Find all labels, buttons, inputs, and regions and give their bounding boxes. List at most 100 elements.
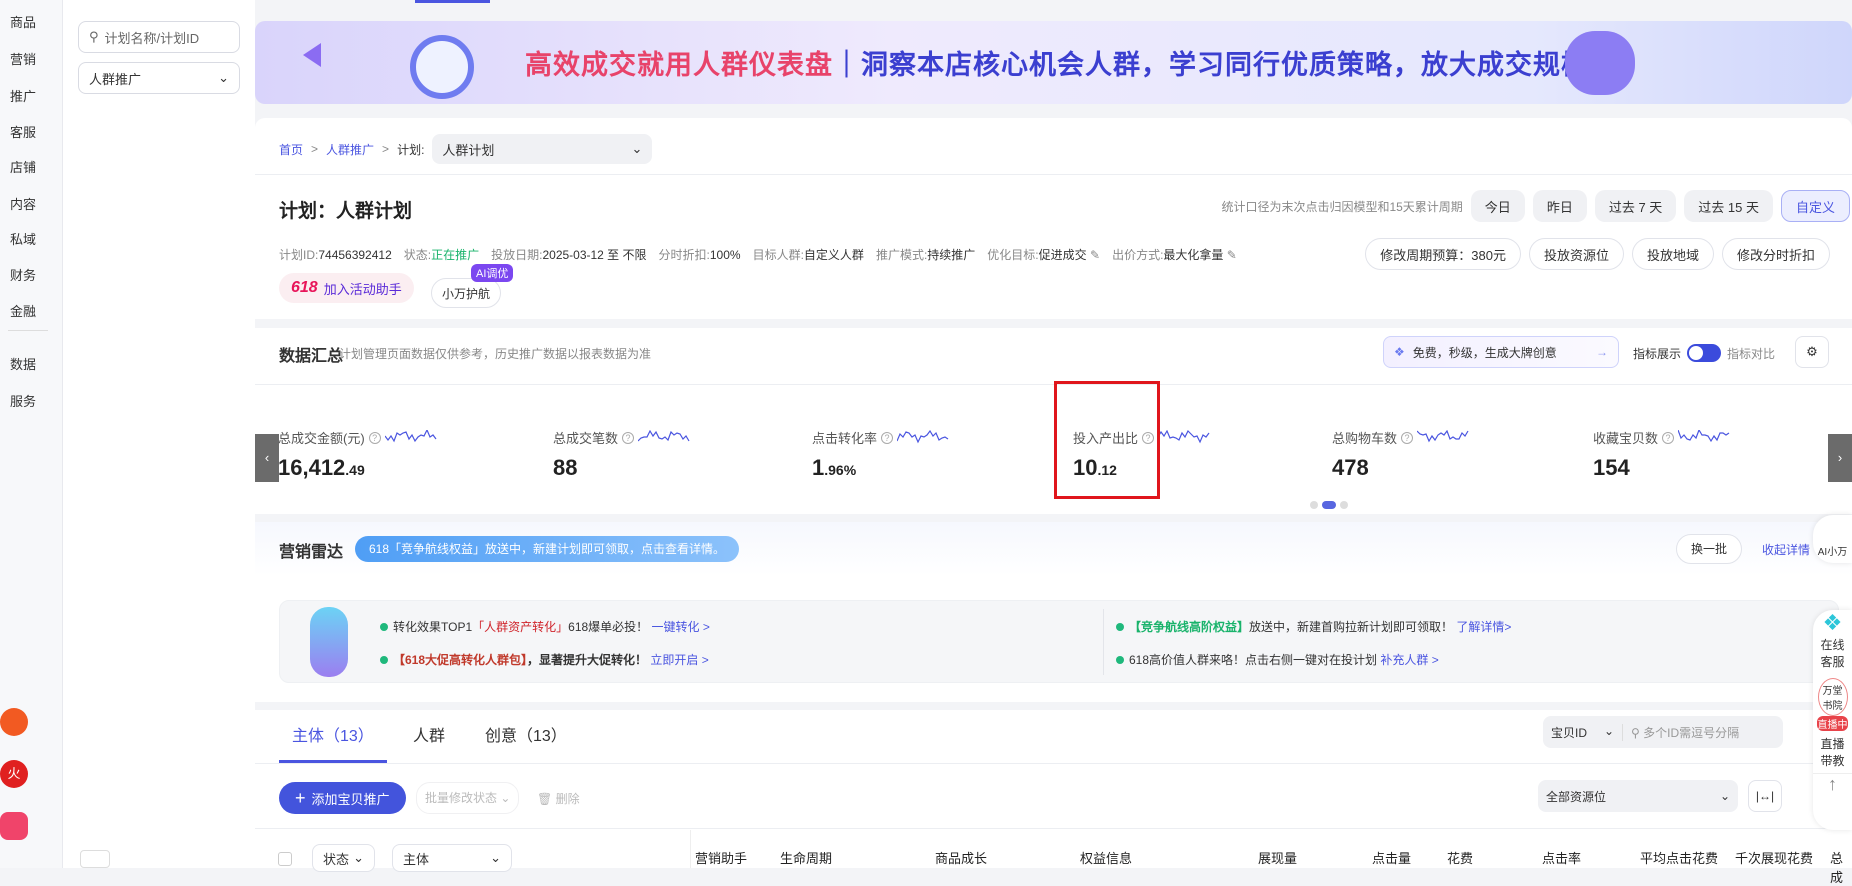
add-item-button[interactable]: + 添加宝贝推广 xyxy=(279,782,406,814)
help-icon[interactable]: ? xyxy=(622,431,635,444)
plan-select[interactable]: 人群计划 ⌄ xyxy=(432,134,653,164)
edit-icon[interactable]: ✎ xyxy=(1227,248,1237,262)
academy-button[interactable]: 万堂书院 xyxy=(1817,678,1848,716)
id-search-group: 宝贝ID ⌄ ⚲ 多个ID需逗号分隔 xyxy=(1543,716,1783,748)
nav-item[interactable]: 私域 xyxy=(10,229,36,248)
back-to-top-icon[interactable]: ↑ xyxy=(1813,773,1852,795)
column-header[interactable]: 展现量 xyxy=(1258,848,1297,867)
date-custom-button[interactable]: 自定义 xyxy=(1780,190,1850,222)
nav-item[interactable]: 店铺 xyxy=(10,157,36,176)
nav-item[interactable]: 商品 xyxy=(10,12,36,31)
date-15d-button[interactable]: 过去 15 天 xyxy=(1684,190,1773,222)
resource-select[interactable]: 全部资源位 ⌄ xyxy=(1538,780,1738,812)
plan-search-input[interactable]: ⚲ 计划名称/计划ID xyxy=(78,21,240,53)
tab-crowd[interactable]: 人群 xyxy=(413,722,445,746)
delete-button[interactable]: 🗑 删除 xyxy=(537,790,580,807)
resource-button[interactable]: 投放资源位 xyxy=(1528,238,1624,270)
arrow-right-icon: → xyxy=(1596,345,1608,359)
divider xyxy=(255,174,1852,175)
nav-item[interactable]: 数据 xyxy=(10,354,36,373)
edit-budget-button[interactable]: 修改周期预算：380元 xyxy=(1365,238,1521,270)
column-width-icon[interactable]: |↔| xyxy=(1748,780,1782,812)
nav-item[interactable]: 内容 xyxy=(10,194,36,213)
plus-icon: + xyxy=(295,787,306,808)
divider xyxy=(8,330,48,331)
app-icon-fire[interactable]: 火 xyxy=(0,760,28,788)
settings-gear-icon[interactable]: ⚙ xyxy=(1795,336,1829,368)
sidebar-collapse-icon[interactable] xyxy=(80,850,110,868)
refresh-button[interactable]: 换一批 xyxy=(1675,534,1742,564)
ai-creative-banner[interactable]: ❖ 免费，秒级，生成大牌创意 → xyxy=(1383,336,1619,368)
breadcrumb-crowd[interactable]: 人群推广 xyxy=(326,141,374,158)
plan-sidebar: ⚲ 计划名称/计划ID 人群推广 ⌄ xyxy=(63,0,255,868)
online-service-button[interactable]: 在线客服 xyxy=(1820,636,1846,670)
radar-link[interactable]: 补充人群 > xyxy=(1380,653,1438,667)
carousel-dot-active[interactable] xyxy=(1322,501,1336,509)
column-header[interactable]: 平均点击花费 xyxy=(1640,848,1718,867)
column-header[interactable]: 花费 xyxy=(1447,848,1473,867)
carousel-prev-button[interactable]: ‹ xyxy=(255,434,279,482)
radar-link[interactable]: 一键转化 > xyxy=(652,620,710,634)
nav-item[interactable]: 财务 xyxy=(10,265,36,284)
sparkline xyxy=(638,429,690,441)
date-7d-button[interactable]: 过去 7 天 xyxy=(1594,190,1677,222)
nav-item[interactable]: 营销 xyxy=(10,49,36,68)
radar-link[interactable]: 了解详情> xyxy=(1456,620,1511,634)
marketing-radar-card: 营销雷达 618「竞争航线权益」放送中，新建计划即可领取，点击查看详情。 换一批… xyxy=(255,522,1852,702)
radar-notice[interactable]: 618「竞争航线权益」放送中，新建计划即可领取，点击查看详情。 xyxy=(355,536,740,562)
select-all-checkbox[interactable] xyxy=(278,852,292,866)
date-today-button[interactable]: 今日 xyxy=(1470,190,1525,222)
activity-assistant-button[interactable]: 618 加入活动助手 xyxy=(279,273,414,303)
edit-icon[interactable]: ✎ xyxy=(1090,248,1100,262)
column-header[interactable]: 千次展现花费 xyxy=(1735,848,1813,867)
nav-item[interactable]: 服务 xyxy=(10,391,36,410)
radar-link[interactable]: 立即开启 > xyxy=(650,653,708,667)
metric-card[interactable]: 总成交笔数? 88 xyxy=(553,428,694,481)
id-type-select[interactable]: 宝贝ID ⌄ xyxy=(1543,723,1623,741)
metric-card[interactable]: 收藏宝贝数? 154 xyxy=(1593,428,1734,481)
plan-id: 74456392412 xyxy=(318,248,392,262)
bid-value: 最大化拿量 xyxy=(1163,248,1224,262)
tab-subject[interactable]: 主体（13） xyxy=(292,722,374,746)
promo-type-select[interactable]: 人群推广 ⌄ xyxy=(78,62,240,94)
date-range-group: 统计口径为末次点击归因模型和15天累计周期 今日 昨日 过去 7 天 过去 15… xyxy=(1221,190,1852,222)
chevron-down-icon: ⌄ xyxy=(490,850,501,865)
breadcrumb-home[interactable]: 首页 xyxy=(279,141,303,158)
help-icon[interactable]: ? xyxy=(368,431,381,444)
info-key: 推广模式: xyxy=(875,248,928,262)
metric-card[interactable]: 总购物车数? 478 xyxy=(1332,428,1473,481)
help-icon[interactable]: ? xyxy=(1401,431,1414,444)
mascot-icon xyxy=(310,607,348,677)
time-discount-button[interactable]: 修改分时折扣 xyxy=(1721,238,1830,270)
region-button[interactable]: 投放地域 xyxy=(1631,238,1714,270)
live-badge: 直播中 xyxy=(1817,716,1848,731)
metric-toggle[interactable] xyxy=(1687,344,1722,362)
nav-item[interactable]: 推广 xyxy=(10,86,36,105)
collapse-link[interactable]: 收起详情 xyxy=(1762,541,1810,558)
app-icon-1[interactable] xyxy=(0,708,28,736)
tab-creative[interactable]: 创意（13） xyxy=(485,722,567,746)
info-key: 状态: xyxy=(403,248,432,262)
help-icon[interactable]: ? xyxy=(1662,431,1675,444)
id-search-input[interactable]: ⚲ 多个ID需逗号分隔 xyxy=(1623,724,1739,741)
metric-card[interactable]: 总成交金额(元)? 16,412.49 xyxy=(278,428,441,481)
carousel-dot[interactable] xyxy=(1340,501,1348,509)
date-yesterday-button[interactable]: 昨日 xyxy=(1532,190,1587,222)
nav-item[interactable]: 客服 xyxy=(10,122,36,141)
batch-status-button[interactable]: 批量修改状态 ⌄ xyxy=(416,782,520,814)
help-icon[interactable]: ? xyxy=(881,431,894,444)
carousel-next-button[interactable]: › xyxy=(1828,434,1852,482)
assistant-button[interactable]: 小万护航 xyxy=(431,278,502,308)
live-teach-button[interactable]: 直播带教 xyxy=(1820,735,1846,769)
app-icon-shop[interactable] xyxy=(0,812,28,840)
column-header[interactable]: 点击率 xyxy=(1542,848,1581,867)
metric-card[interactable]: 点击转化率? 1.96% xyxy=(812,428,953,481)
column-header[interactable]: 点击量 xyxy=(1372,848,1411,867)
carousel-dot[interactable] xyxy=(1310,501,1318,509)
column-header[interactable]: 总成 xyxy=(1830,848,1852,886)
radar-box: 转化效果TOP1「人群资产转化」618爆单必投！ 一键转化 > 【618大促高转… xyxy=(279,600,1839,683)
dashboard-banner[interactable]: 高效成交就用人群仪表盘｜洞察本店核心机会人群，学习同行优质策略，放大成交规模！ xyxy=(255,21,1852,104)
nav-item[interactable]: 金融 xyxy=(10,301,36,320)
ai-assistant-float[interactable]: AI小万 xyxy=(1813,515,1852,563)
metric-value: 478 xyxy=(1332,455,1369,480)
